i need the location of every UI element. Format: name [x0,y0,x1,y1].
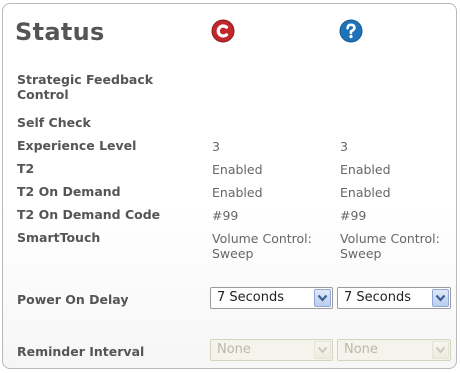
smarttouch-col2: Volume Control: Sweep [340,231,440,261]
power-on-delay-value-col2: 7 Seconds [344,290,412,305]
chevron-down-icon [432,341,449,359]
label-experience-level: Experience Level [17,138,137,153]
t2-on-demand-col1: Enabled [212,185,263,200]
page-title: Status [15,18,105,46]
reminder-interval-value-col1: None [217,342,251,357]
label-self-check: Self Check [17,115,91,130]
chevron-down-icon[interactable] [432,289,449,307]
chevron-down-icon [314,341,331,359]
label-power-on-delay: Power On Delay [17,292,129,307]
label-t2-on-demand-code: T2 On Demand Code [17,207,161,222]
experience-level-col2: 3 [340,139,348,154]
power-on-delay-value-col1: 7 Seconds [217,290,285,305]
blue-question-icon [339,19,363,43]
red-c-icon [211,19,235,43]
label-t2-on-demand: T2 On Demand [17,184,121,199]
t2-col1: Enabled [212,162,263,177]
t2-on-demand-code-col1: #99 [212,208,239,223]
t2-on-demand-code-col2: #99 [340,208,367,223]
power-on-delay-select-col1[interactable]: 7 Seconds [210,287,333,309]
chevron-down-icon[interactable] [314,289,331,307]
label-t2: T2 [17,161,35,176]
experience-level-col1: 3 [212,139,220,154]
status-panel: Status Strategic Feedback Control Self C… [2,3,457,369]
smarttouch-col1: Volume Control: Sweep [212,231,312,261]
reminder-interval-value-col2: None [344,342,378,357]
reminder-interval-select-col1[interactable]: None [210,339,333,361]
label-reminder-interval: Reminder Interval [17,344,145,359]
label-smarttouch: SmartTouch [17,230,101,245]
t2-on-demand-col2: Enabled [340,185,391,200]
power-on-delay-select-col2[interactable]: 7 Seconds [337,287,451,309]
t2-col2: Enabled [340,162,391,177]
label-strategic-feedback-control: Strategic Feedback Control [17,72,154,102]
reminder-interval-select-col2[interactable]: None [337,339,451,361]
